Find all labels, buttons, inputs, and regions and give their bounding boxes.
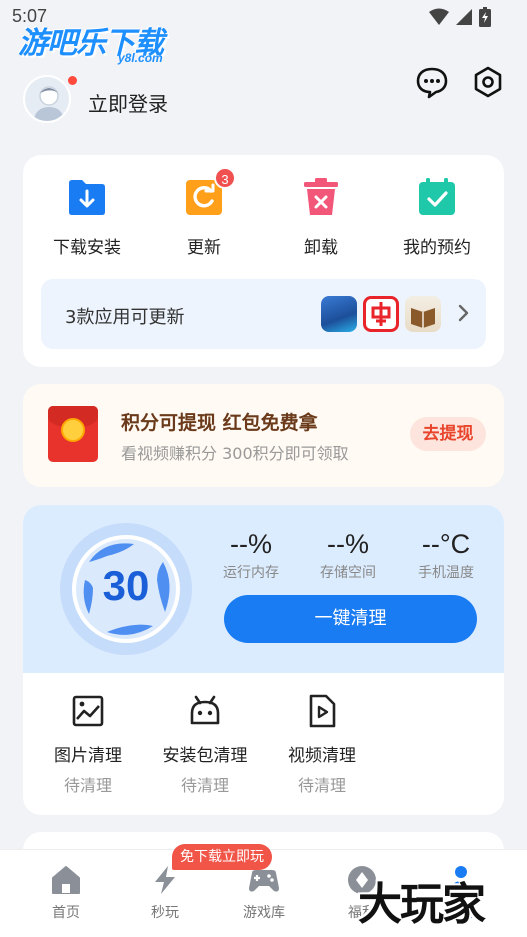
clean-item-label: 视频清理 (288, 746, 356, 766)
update-app-thumbnails (321, 296, 441, 332)
clean-item-label: 图片清理 (54, 746, 122, 766)
clean-item-videos[interactable]: 视频清理 待清理 (267, 693, 377, 796)
quick-label: 下载安装 (53, 238, 121, 258)
home-icon (50, 864, 82, 896)
image-icon (70, 693, 106, 729)
update-count-badge: 3 (214, 167, 236, 189)
cleaner-score-gauge: 30 (59, 522, 193, 656)
settings-icon[interactable] (470, 64, 506, 100)
message-icon[interactable] (414, 64, 450, 100)
quick-label: 卸载 (304, 238, 338, 258)
video-file-icon (304, 693, 340, 729)
quick-actions-card: 下载安装 3 更新 卸载 我的预约 3款应用可更新 (23, 155, 504, 367)
quick-download-install[interactable]: 下载安装 (37, 177, 137, 258)
promo-title: 积分可提现 红包免费拿 (121, 412, 318, 434)
quick-label: 我的预约 (403, 238, 471, 258)
clean-item-label: 安装包清理 (162, 746, 248, 766)
tab-game-library[interactable]: 游戏库 (224, 864, 304, 922)
uninstall-icon (301, 177, 341, 217)
android-icon (187, 693, 223, 729)
stat-memory: --% 运行内存 (206, 529, 296, 582)
battery-icon (479, 7, 491, 27)
stat-value: --% (230, 529, 272, 559)
clean-item-status: 待清理 (63, 776, 112, 795)
red-envelope-icon (48, 406, 98, 462)
stat-label: 运行内存 (223, 565, 279, 581)
stat-label: 手机温度 (418, 565, 474, 581)
cleaner-card: 30 --% 运行内存 --% 存储空间 --°C 手机温度 一键清理 图片清理… (23, 505, 504, 815)
signal-icon (456, 9, 472, 25)
update-available-bar[interactable]: 3款应用可更新 (41, 279, 486, 349)
app-thumb-3 (405, 296, 441, 332)
tab-home[interactable]: 首页 (26, 864, 106, 922)
status-icons (429, 7, 491, 27)
stat-storage: --% 存储空间 (303, 529, 393, 582)
profile-header: 立即登录 (0, 60, 527, 140)
gamepad-icon (248, 864, 280, 896)
cash-out-button[interactable]: 去提现 (410, 417, 486, 451)
cleaner-summary: 30 --% 运行内存 --% 存储空间 --°C 手机温度 一键清理 (23, 505, 504, 673)
download-icon (67, 177, 107, 217)
login-link[interactable]: 立即登录 (88, 88, 168, 117)
watermark-text: 大玩家 (358, 879, 486, 930)
tab-label: 游戏库 (243, 905, 285, 921)
stat-value: --% (327, 529, 369, 559)
avatar-person-icon (33, 86, 65, 121)
quick-label: 更新 (187, 238, 221, 258)
clean-item-status: 待清理 (297, 776, 346, 795)
tab-instant-play[interactable]: 秒玩 (125, 864, 205, 922)
tab-label: 首页 (52, 905, 80, 921)
quick-uninstall[interactable]: 卸载 (271, 177, 371, 258)
app-thumb-1 (321, 296, 357, 332)
promo-subtitle: 看视频赚积分 300积分即可领取 (121, 444, 349, 463)
update-icon: 3 (184, 167, 236, 217)
one-click-clean-button[interactable]: 一键清理 (224, 595, 477, 643)
update-available-text: 3款应用可更新 (65, 307, 185, 328)
app-thumb-2 (363, 296, 399, 332)
wifi-icon (429, 8, 449, 25)
quick-update[interactable]: 3 更新 (154, 167, 254, 258)
stat-value: --°C (421, 529, 471, 559)
tab-label: 秒玩 (151, 905, 179, 921)
cleaner-score: 30 (102, 562, 150, 609)
site-logo: 游吧乐下载 y8l.com (18, 18, 164, 65)
quick-reservation[interactable]: 我的预约 (387, 177, 487, 258)
cash-out-promo-card[interactable]: 积分可提现 红包免费拿 看视频赚积分 300积分即可领取 去提现 (23, 384, 504, 487)
clean-item-apk[interactable]: 安装包清理 待清理 (150, 693, 260, 796)
stat-temperature: --°C 手机温度 (401, 529, 491, 582)
reservation-icon (417, 177, 457, 217)
notification-dot (68, 76, 77, 85)
clean-item-status: 待清理 (180, 776, 229, 795)
avatar[interactable] (23, 75, 71, 123)
clean-item-images[interactable]: 图片清理 待清理 (33, 693, 143, 796)
stat-label: 存储空间 (320, 565, 376, 581)
chevron-right-icon (458, 304, 469, 322)
